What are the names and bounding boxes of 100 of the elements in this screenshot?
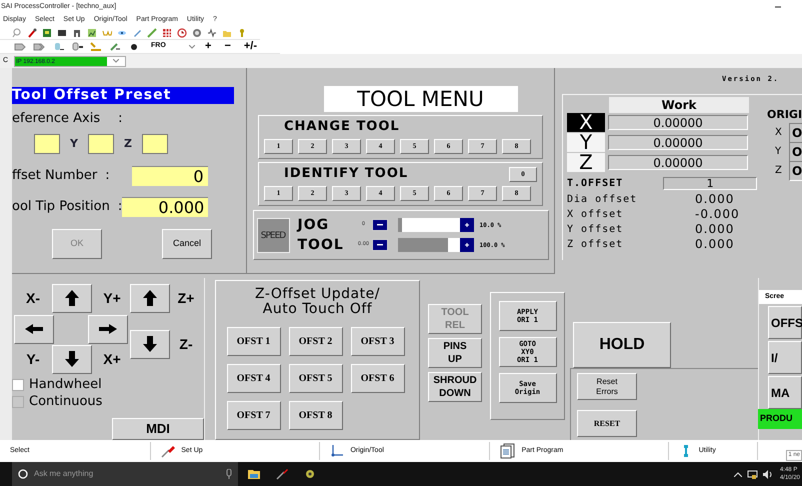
field-label: ffset Number bbox=[12, 167, 98, 186]
minus-button[interactable] bbox=[372, 239, 388, 251]
coordinate-value: 0.00000 bbox=[608, 115, 748, 130]
offset-button[interactable]: OFST 3 bbox=[350, 327, 404, 356]
action-button[interactable]: PINS UP bbox=[428, 338, 482, 368]
hold-button[interactable]: HOLD bbox=[573, 322, 671, 368]
clock-icon[interactable] bbox=[177, 28, 187, 38]
dialog-button[interactable]: Cancel bbox=[162, 229, 212, 259]
bracket-icon[interactable] bbox=[72, 28, 82, 38]
offset-value: -0.000 bbox=[695, 206, 740, 223]
group-title: IDENTIFY TOOL bbox=[284, 165, 408, 184]
checkbox-label: Continuous bbox=[29, 392, 102, 411]
block-icon[interactable] bbox=[57, 28, 67, 38]
coordinate-value: 0.00000 bbox=[608, 155, 748, 170]
arrow-up-icon bbox=[65, 290, 79, 306]
field-label: : bbox=[118, 198, 122, 216]
chevron-up-icon[interactable] bbox=[734, 472, 742, 476]
jog-button[interactable] bbox=[14, 314, 54, 344]
plus-button[interactable] bbox=[460, 238, 474, 252]
brush-icon[interactable] bbox=[27, 28, 37, 38]
toolbar-button[interactable]: +/- bbox=[240, 41, 260, 52]
toolbar-button[interactable]: + bbox=[202, 41, 214, 52]
plus-button[interactable] bbox=[460, 218, 474, 232]
axis-label: X bbox=[775, 126, 783, 140]
axis-selector[interactable]: Y bbox=[567, 133, 605, 152]
field-label: : bbox=[105, 167, 110, 186]
screen-button[interactable]: PRODU bbox=[758, 409, 802, 429]
pencil-icon[interactable] bbox=[109, 40, 121, 52]
axis-label: Y- bbox=[25, 350, 41, 368]
key-icon[interactable] bbox=[237, 28, 247, 38]
chevron-down-icon bbox=[189, 44, 195, 48]
offset-label: Dia offset bbox=[567, 192, 638, 206]
offset-value: 1 bbox=[663, 177, 757, 190]
minus-button[interactable] bbox=[372, 219, 388, 231]
speaker-icon[interactable] bbox=[762, 470, 773, 478]
number-field[interactable]: 0 bbox=[132, 166, 208, 186]
offset-button[interactable]: OFST 7 bbox=[226, 401, 280, 430]
coordinate-value: 0.00000 bbox=[608, 135, 748, 150]
wave-icon[interactable] bbox=[207, 28, 217, 38]
axis-selector[interactable]: X bbox=[567, 113, 605, 132]
arrow-down-icon bbox=[143, 336, 157, 352]
axes-icon bbox=[330, 444, 344, 458]
column-header: ORIGI bbox=[767, 106, 802, 122]
jog-button[interactable] bbox=[130, 330, 170, 358]
checkbox-label: Handwheel bbox=[29, 376, 102, 394]
offset-button[interactable]: OFST 6 bbox=[350, 364, 404, 393]
panel-title: Z-Offset Update/ Auto Touch Off bbox=[255, 287, 380, 317]
axis-input-field[interactable] bbox=[34, 134, 60, 154]
chart-icon[interactable] bbox=[87, 28, 97, 38]
arrow-down-icon bbox=[65, 351, 79, 367]
plus-icon bbox=[464, 243, 468, 247]
jog-button[interactable] bbox=[52, 284, 92, 312]
circle-icon bbox=[18, 469, 28, 479]
minus-icon bbox=[376, 224, 382, 226]
toolbar-button[interactable]: − bbox=[221, 41, 234, 52]
axis-input-field[interactable] bbox=[88, 134, 114, 154]
network-icon[interactable] bbox=[746, 470, 758, 478]
plus-icon bbox=[464, 223, 468, 227]
offset-button[interactable]: OFST 8 bbox=[288, 401, 342, 430]
square-icon[interactable] bbox=[42, 28, 52, 38]
arrow-right-icon bbox=[99, 324, 117, 334]
offset-button[interactable]: OFST 1 bbox=[226, 327, 280, 356]
offset-button[interactable]: OFST 5 bbox=[288, 364, 342, 393]
microphone-icon bbox=[226, 469, 232, 479]
offset-button[interactable]: OFST 4 bbox=[226, 364, 280, 393]
search-field[interactable]: Ask me anything bbox=[12, 462, 238, 486]
jog-button[interactable] bbox=[130, 284, 170, 312]
jog-button[interactable] bbox=[88, 314, 128, 344]
offset-button[interactable]: OFST 2 bbox=[288, 327, 342, 356]
mdi-button[interactable]: MDI bbox=[112, 418, 204, 440]
field-label: : bbox=[118, 110, 123, 128]
screen-button[interactable]: MA bbox=[768, 376, 802, 409]
slider-label: TOOL bbox=[298, 236, 345, 254]
slider-label: JOG bbox=[298, 216, 330, 234]
action-button[interactable]: SHROUD DOWN bbox=[428, 372, 482, 402]
magnifier-icon[interactable] bbox=[12, 28, 22, 38]
axis-label: Z+ bbox=[176, 288, 196, 308]
pin-icon[interactable] bbox=[276, 468, 288, 480]
axis-selector[interactable]: Z bbox=[567, 153, 605, 172]
arrow-icon[interactable] bbox=[14, 40, 26, 52]
minus-icon bbox=[376, 244, 382, 246]
origin-value: O bbox=[789, 160, 802, 180]
field-label: ool Tip Position bbox=[12, 198, 110, 216]
offset-label: X offset bbox=[567, 208, 624, 222]
folder-icon[interactable] bbox=[248, 469, 260, 479]
double-arrow-icon[interactable] bbox=[33, 40, 45, 52]
axis-input-field[interactable] bbox=[142, 134, 168, 154]
number-field[interactable]: 0.000 bbox=[122, 197, 208, 217]
chevron-down-icon bbox=[113, 59, 120, 63]
arrow-up-icon bbox=[143, 290, 157, 306]
screen-button[interactable]: I/ bbox=[768, 341, 802, 374]
reset-button[interactable]: RESET bbox=[577, 410, 637, 437]
offset-label: T.OFFSET bbox=[567, 177, 624, 191]
group-title: CHANGE TOOL bbox=[284, 118, 400, 136]
reset-errors-button[interactable]: Reset Errors bbox=[577, 373, 637, 400]
eye-icon[interactable] bbox=[117, 28, 127, 38]
column-header: Work bbox=[609, 96, 749, 112]
jog-button[interactable] bbox=[52, 344, 92, 374]
axis-label: Z- bbox=[178, 334, 194, 354]
grid-icon[interactable] bbox=[162, 28, 172, 38]
